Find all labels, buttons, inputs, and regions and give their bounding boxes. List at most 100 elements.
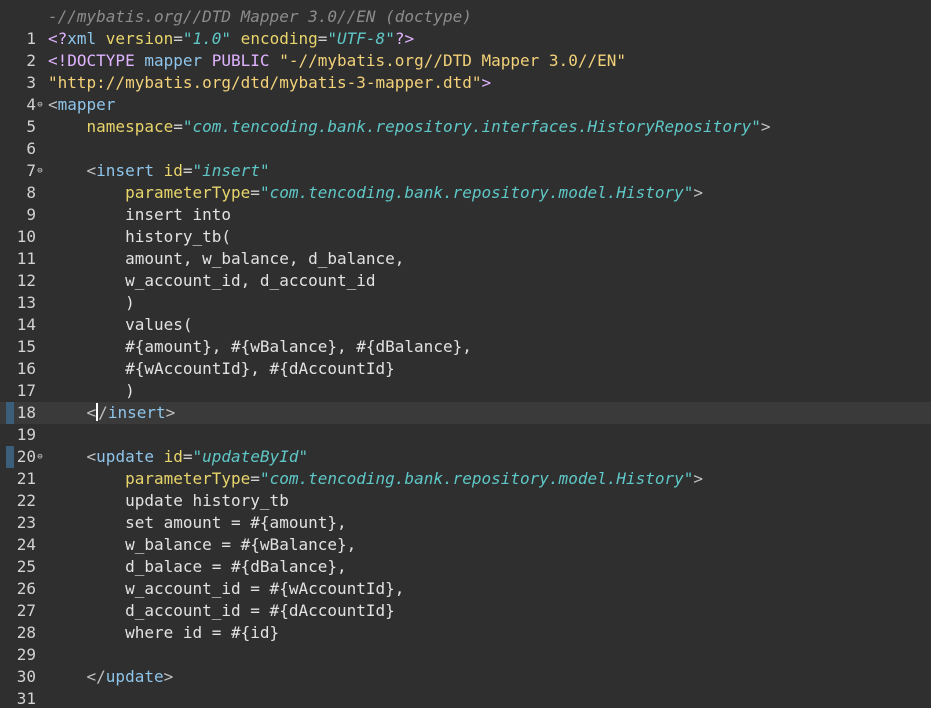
- line-number: 18: [16, 403, 36, 422]
- code-line[interactable]: 8 parameterType="com.tencoding.bank.repo…: [0, 182, 931, 204]
- code-line[interactable]: 29: [0, 644, 931, 666]
- code-line[interactable]: 7 ⊖ <insert id="insert": [0, 160, 931, 182]
- code-token: <?: [48, 29, 68, 48]
- code-line[interactable]: 24 w_balance = #{wBalance},: [0, 534, 931, 556]
- line-code: <!DOCTYPE mapper PUBLIC "-//mybatis.org/…: [48, 50, 626, 72]
- code-token: version: [105, 29, 174, 48]
- line-number: 29: [16, 645, 36, 664]
- line-number: 17: [16, 381, 36, 400]
- code-token: <!DOCTYPE: [48, 51, 145, 70]
- code-line[interactable]: 19: [0, 424, 931, 446]
- code-token: d_balace = #{dBalance},: [125, 557, 347, 576]
- line-code: amount, w_balance, d_balance,: [48, 248, 404, 270]
- code-line[interactable]: 16 #{wAccountId}, #{dAccountId}: [0, 358, 931, 380]
- code-token: d_account_id = #{dAccountId}: [125, 601, 395, 620]
- code-line[interactable]: 18 </insert>: [0, 402, 931, 424]
- code-token: ): [125, 293, 135, 312]
- change-marker: [6, 446, 14, 468]
- code-token: amount, w_balance, d_balance,: [125, 249, 405, 268]
- code-line[interactable]: 15 #{amount}, #{wBalance}, #{dBalance},: [0, 336, 931, 358]
- code-line[interactable]: 17 ): [0, 380, 931, 402]
- code-line[interactable]: 21 parameterType="com.tencoding.bank.rep…: [0, 468, 931, 490]
- line-code: <?xml version="1.0" encoding="UTF-8"?>: [48, 28, 414, 50]
- fold-collapse-icon[interactable]: ⊖: [35, 446, 45, 468]
- code-line[interactable]: 1 <?xml version="1.0" encoding="UTF-8"?>: [0, 28, 931, 50]
- code-token: ): [125, 381, 135, 400]
- line-code: w_account_id, d_account_id: [48, 270, 376, 292]
- code-token: =: [182, 447, 193, 466]
- line-code: history_tb(: [48, 226, 231, 248]
- line-number: 21: [16, 469, 36, 488]
- fold-collapse-icon[interactable]: ⊖: [35, 160, 45, 182]
- code-token: "UTF-8": [327, 29, 395, 48]
- line-number: 30: [16, 667, 36, 686]
- code-line[interactable]: 13 ): [0, 292, 931, 314]
- fold-collapse-icon[interactable]: ⊖: [35, 94, 45, 116]
- code-line[interactable]: 9 insert into: [0, 204, 931, 226]
- line-number: 31: [16, 689, 36, 708]
- line-code: namespace="com.tencoding.bank.repository…: [48, 116, 771, 138]
- code-token: =: [173, 29, 183, 48]
- code-line[interactable]: 28 where id = #{id}: [0, 622, 931, 644]
- code-line[interactable]: 31: [0, 688, 931, 708]
- code-line[interactable]: 30 </update>: [0, 666, 931, 688]
- code-token: id: [163, 447, 183, 466]
- line-number: 8: [26, 183, 36, 202]
- code-line[interactable]: 27 d_account_id = #{dAccountId}: [0, 600, 931, 622]
- code-token: update: [105, 667, 164, 686]
- code-token: "-//mybatis.org//DTD Mapper 3.0//EN": [279, 51, 626, 70]
- code-line[interactable]: 5 namespace="com.tencoding.bank.reposito…: [0, 116, 931, 138]
- code-line[interactable]: 3 "http://mybatis.org/dtd/mybatis-3-mappe…: [0, 72, 931, 94]
- code-line[interactable]: 11 amount, w_balance, d_balance,: [0, 248, 931, 270]
- code-line[interactable]: 20 ⊖ <update id="updateById": [0, 446, 931, 468]
- line-code: parameterType="com.tencoding.bank.reposi…: [48, 468, 703, 490]
- code-token: >: [481, 73, 492, 92]
- line-code: ): [48, 380, 135, 402]
- code-token: where id = #{id}: [125, 623, 280, 642]
- line-code: d_account_id = #{dAccountId}: [48, 600, 395, 622]
- line-number: 25: [16, 557, 36, 576]
- xml-code-editor[interactable]: -//mybatis.org//DTD Mapper 3.0//EN (doct…: [0, 0, 931, 708]
- code-token: values(: [125, 315, 193, 334]
- code-token: namespace: [86, 117, 174, 136]
- code-line[interactable]: 2 <!DOCTYPE mapper PUBLIC "-//mybatis.org…: [0, 50, 931, 72]
- code-line[interactable]: 25 d_balace = #{dBalance},: [0, 556, 931, 578]
- line-code: </update>: [48, 666, 174, 688]
- code-line[interactable]: 14 values(: [0, 314, 931, 336]
- code-token: /: [98, 403, 108, 422]
- code-token: <: [48, 95, 58, 114]
- code-token: w_account_id, d_account_id: [125, 271, 376, 290]
- code-token: "com.tencoding.bank.repository.model.His…: [259, 469, 694, 488]
- code-line[interactable]: 6: [0, 138, 931, 160]
- code-line[interactable]: 10 history_tb(: [0, 226, 931, 248]
- code-line[interactable]: 4 ⊖ <mapper: [0, 94, 931, 116]
- code-line[interactable]: 12 w_account_id, d_account_id: [0, 270, 931, 292]
- line-number: 28: [16, 623, 36, 642]
- code-line[interactable]: 22 update history_tb: [0, 490, 931, 512]
- line-number: 20: [16, 447, 36, 466]
- code-token: xml: [67, 29, 106, 48]
- code-token: update history_tb: [125, 491, 289, 510]
- code-token: =: [250, 183, 260, 202]
- code-line[interactable]: 26 w_account_id = #{wAccountId},: [0, 578, 931, 600]
- code-token: >: [693, 183, 704, 202]
- line-code: d_balace = #{dBalance},: [48, 556, 347, 578]
- line-number: 5: [26, 117, 36, 136]
- code-token: w_account_id = #{wAccountId},: [125, 579, 405, 598]
- line-code: <insert id="insert": [48, 160, 270, 182]
- line-code: </insert>: [48, 402, 175, 424]
- line-code: update history_tb: [48, 490, 289, 512]
- doctype-hint: -//mybatis.org//DTD Mapper 3.0//EN (doct…: [48, 7, 472, 26]
- code-line[interactable]: 23 set amount = #{amount},: [0, 512, 931, 534]
- code-token: insert: [107, 403, 166, 422]
- code-token: =: [182, 161, 193, 180]
